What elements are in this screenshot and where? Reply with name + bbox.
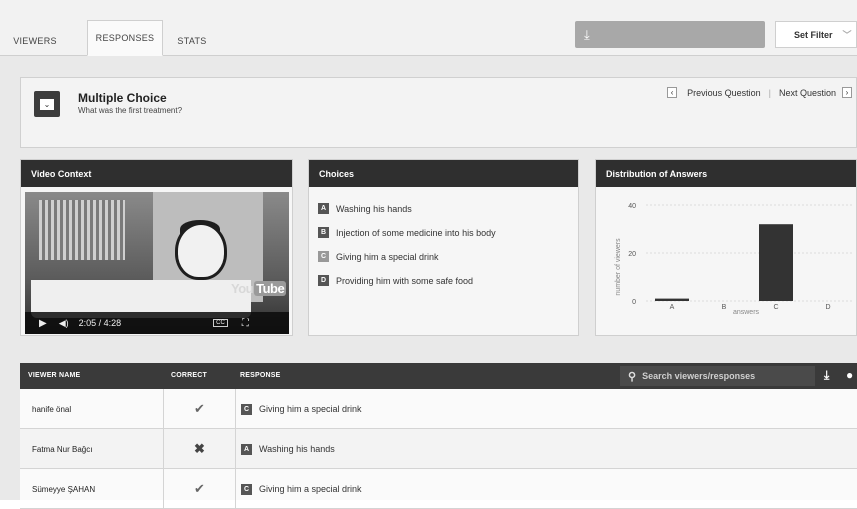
choice-item: A Washing his hands xyxy=(318,203,578,214)
y-tick-label: 40 xyxy=(628,203,636,210)
fullscreen-icon[interactable]: ⛶ xyxy=(242,318,249,329)
choice-text: Injection of some medicine into his body xyxy=(336,227,496,238)
y-tick-label: 20 xyxy=(628,251,636,258)
next-question-link[interactable]: Next Question xyxy=(779,88,836,98)
x-tick-label: D xyxy=(825,304,830,311)
choice-item: C Giving him a special drink xyxy=(318,251,578,262)
choice-text: Providing him with some safe food xyxy=(336,275,474,286)
y-axis-label: number of viewers xyxy=(615,238,622,296)
video-time: 2:05 / 4:28 xyxy=(78,318,122,328)
user-icon[interactable]: ● xyxy=(846,368,853,382)
table-header: VIEWER NAME CORRECT RESPONSE ⚲ Search vi… xyxy=(20,363,857,389)
choice-letter: C xyxy=(318,251,329,262)
download-button[interactable]: ⤓ xyxy=(575,21,765,48)
table-row: Sümeyye ŞAHAN ✔ C Giving him a special d… xyxy=(20,469,857,509)
choice-item: D Providing him with some safe food xyxy=(318,275,578,286)
distribution-title: Distribution of Answers xyxy=(596,160,856,187)
response-text: Washing his hands xyxy=(259,444,335,454)
choice-text: Giving him a special drink xyxy=(336,251,439,262)
chevron-down-icon: ⌄ xyxy=(40,98,54,110)
youtube-logo-tube: Tube xyxy=(254,281,287,296)
response-letter: C xyxy=(241,403,252,415)
choices-card: Choices A Washing his hands B Injection … xyxy=(308,159,579,336)
col-response[interactable]: RESPONSE xyxy=(240,372,281,379)
question-toggle-button[interactable]: ⌄ xyxy=(34,91,60,117)
col-viewer-name[interactable]: VIEWER NAME xyxy=(28,372,80,379)
x-axis-label: answers xyxy=(733,309,760,316)
check-icon: ✔ xyxy=(163,389,236,429)
set-filter-button[interactable]: Set Filter ﹀ xyxy=(775,21,857,48)
video-context-title: Video Context xyxy=(21,160,292,187)
response-text: Giving him a special drink xyxy=(259,404,362,414)
question-panel: ⌄ Multiple Choice What was the first tre… xyxy=(20,77,857,148)
video-controls: ▶ ◀) 2:05 / 4:28 CC ⛶ xyxy=(25,312,289,334)
captions-icon[interactable]: CC xyxy=(213,319,228,327)
youtube-logo[interactable]: You Tube xyxy=(231,281,287,296)
previous-question-link[interactable]: Previous Question xyxy=(687,88,761,98)
response-letter: C xyxy=(241,483,252,495)
response-cell: C Giving him a special drink xyxy=(241,469,362,509)
choice-letter: D xyxy=(318,275,329,286)
distribution-chart: number of viewers answers 0 20 40 A B C D xyxy=(615,203,854,316)
question-type: Multiple Choice xyxy=(78,91,167,105)
set-filter-label: Set Filter xyxy=(794,29,833,40)
search-input[interactable]: ⚲ Search viewers/responses xyxy=(620,366,815,386)
response-cell: A Washing his hands xyxy=(241,429,335,469)
viewer-name: Sümeyye ŞAHAN xyxy=(32,484,96,494)
volume-icon[interactable]: ◀) xyxy=(59,318,69,329)
youtube-logo-you: You xyxy=(231,281,254,296)
responses-table: VIEWER NAME CORRECT RESPONSE ⚲ Search vi… xyxy=(20,363,857,509)
cross-icon: ✖ xyxy=(163,429,236,469)
download-icon: ⤓ xyxy=(584,27,590,42)
choices-list: A Washing his hands B Injection of some … xyxy=(309,187,578,286)
question-text: What was the first treatment? xyxy=(78,106,183,115)
choice-text: Washing his hands xyxy=(336,203,412,214)
x-tick-label: C xyxy=(773,304,778,311)
viewer-name: hanife önal xyxy=(32,404,72,414)
choice-item: B Injection of some medicine into his bo… xyxy=(318,227,578,238)
video-player[interactable]: You Tube ▶ ◀) 2:05 / 4:28 CC ⛶ xyxy=(25,192,289,334)
x-tick-label: B xyxy=(722,304,727,311)
response-text: Giving him a special drink xyxy=(259,484,362,494)
chevron-left-icon[interactable]: ‹ xyxy=(667,87,678,98)
nav-divider: | xyxy=(768,87,771,98)
response-cell: C Giving him a special drink xyxy=(241,389,362,429)
chevron-down-icon: ﹀ xyxy=(842,30,852,40)
bar-A xyxy=(655,298,689,301)
table-row: hanife önal ✔ C Giving him a special dri… xyxy=(20,389,857,429)
question-navigation: ‹ Previous Question | Next Question › xyxy=(667,87,852,98)
chevron-right-icon[interactable]: › xyxy=(842,87,852,98)
video-scene-character xyxy=(175,222,227,280)
choices-title: Choices xyxy=(309,160,578,187)
video-scene-window xyxy=(39,200,125,260)
viewer-name: Fatma Nur Bağcı xyxy=(32,444,93,454)
bar-C xyxy=(759,224,793,301)
choice-letter: A xyxy=(318,203,329,214)
download-icon[interactable]: ⤓ xyxy=(824,368,829,383)
response-letter: A xyxy=(241,443,252,455)
tab-viewers[interactable]: VIEWERS xyxy=(10,26,60,55)
play-icon[interactable]: ▶ xyxy=(39,318,47,329)
table-row: Fatma Nur Bağcı ✖ A Washing his hands xyxy=(20,429,857,469)
y-tick-label: 0 xyxy=(632,299,636,306)
video-context-card: Video Context You Tube ▶ ◀) 2:05 / 4:28 C… xyxy=(20,159,293,336)
top-bar: VIEWERS RESPONSES STATS ⤓ Set Filter ﹀ xyxy=(0,0,857,56)
check-icon: ✔ xyxy=(163,469,236,509)
search-icon: ⚲ xyxy=(628,370,637,383)
search-placeholder: Search viewers/responses xyxy=(642,371,756,381)
choice-letter: B xyxy=(318,227,329,238)
x-tick-label: A xyxy=(670,304,675,311)
tab-responses[interactable]: RESPONSES xyxy=(87,20,163,56)
distribution-card: Distribution of Answers number of viewer… xyxy=(595,159,857,336)
col-correct[interactable]: CORRECT xyxy=(171,372,207,379)
tab-stats[interactable]: STATS xyxy=(172,26,212,55)
